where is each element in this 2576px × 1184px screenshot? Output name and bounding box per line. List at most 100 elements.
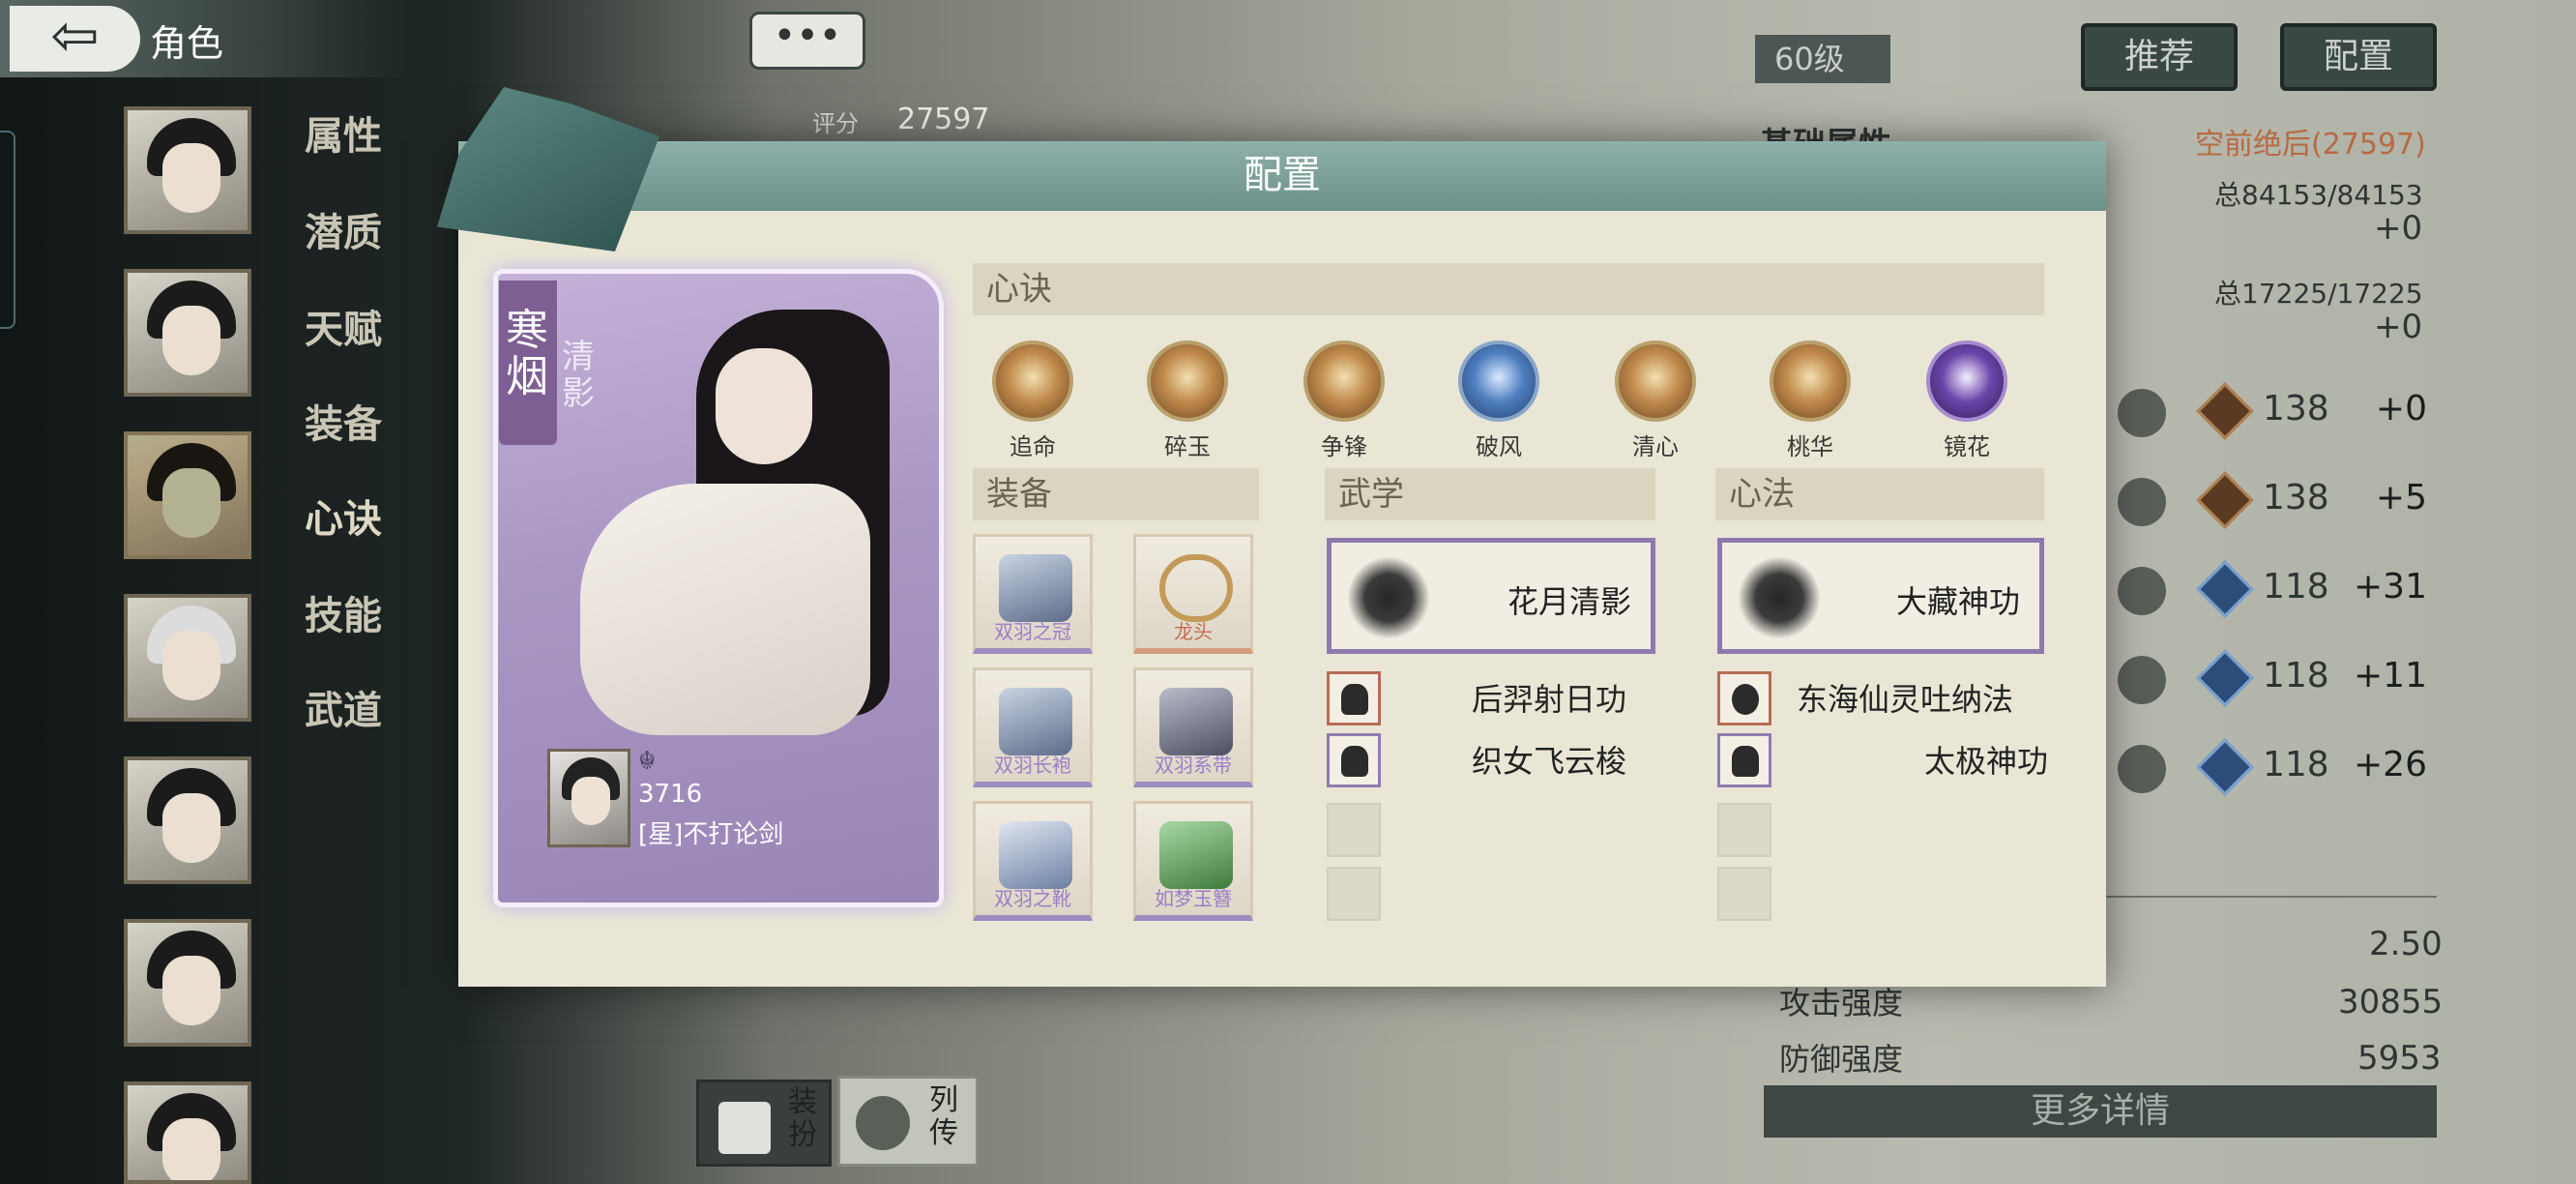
back-arrow-icon[interactable]: ⇦ bbox=[10, 6, 140, 72]
xinjue-slot[interactable]: 桃华 bbox=[1764, 340, 1857, 461]
stat-grade-gem bbox=[2196, 471, 2254, 529]
stat-luck-icon bbox=[2118, 656, 2166, 704]
xinfa-sub-slot[interactable] bbox=[1717, 671, 1771, 725]
empty-slot[interactable] bbox=[1327, 803, 1381, 857]
biography-tab[interactable]: 列传 bbox=[837, 1076, 979, 1167]
character-avatar[interactable] bbox=[124, 756, 251, 884]
equipment-slot-body[interactable]: 双羽长袍 bbox=[973, 667, 1093, 787]
mp-text: 总17225/17225 bbox=[2214, 278, 2423, 310]
xinfa-sub-label: 太极神功 bbox=[1924, 743, 2049, 780]
xinjue-label: 桃华 bbox=[1787, 433, 1833, 460]
defense-value: 5953 bbox=[2357, 1039, 2442, 1078]
empty-slot[interactable] bbox=[1327, 867, 1381, 921]
equipment-slot-boots[interactable]: 双羽之靴 bbox=[973, 801, 1093, 921]
wuxue-sub-slot[interactable] bbox=[1327, 733, 1381, 787]
shuttle-icon bbox=[1341, 746, 1368, 777]
equipment-label: 双羽之靴 bbox=[994, 887, 1071, 910]
stat-bonus: +11 bbox=[2354, 656, 2427, 696]
equipment-slot-head[interactable]: 双羽之冠 bbox=[973, 534, 1093, 654]
menu-talent[interactable]: 天赋 bbox=[305, 298, 382, 354]
equipment-label: 双羽长袍 bbox=[994, 754, 1071, 777]
stat-sword-icon bbox=[2118, 389, 2166, 437]
recommend-button[interactable]: 推荐 bbox=[2081, 23, 2238, 91]
mp-plus: +0 bbox=[2374, 308, 2423, 346]
chat-bubble-icon[interactable]: ••• bbox=[749, 12, 865, 70]
wuxue-sub-slot[interactable] bbox=[1327, 671, 1381, 725]
character-avatar[interactable] bbox=[124, 1081, 251, 1184]
crown-icon bbox=[999, 554, 1072, 622]
breathing-icon bbox=[1732, 684, 1759, 715]
character-avatar[interactable] bbox=[124, 594, 251, 722]
stat-value: 138 bbox=[2263, 478, 2329, 518]
xinjue-label: 碎玉 bbox=[1164, 433, 1211, 460]
wuxue-main-label: 花月清影 bbox=[1507, 583, 1631, 620]
menu-wudao[interactable]: 武道 bbox=[305, 679, 382, 735]
wuxue-main-slot[interactable]: 花月清影 bbox=[1327, 538, 1655, 654]
equipment-slot-hairpin[interactable]: 如梦玉簪 bbox=[1133, 801, 1253, 921]
xinfa-sub-slot[interactable] bbox=[1717, 733, 1771, 787]
character-avatar[interactable] bbox=[124, 106, 251, 234]
game-screen: ⇦ 角色 属性 潜质 天赋 装备 心诀 技能 武道 ••• 评分 27597 6… bbox=[0, 0, 2576, 1184]
wuxue-sub-label: 织女飞云梭 bbox=[1472, 743, 1627, 780]
stat-row: 138 +0 bbox=[2118, 381, 2427, 440]
xinjue-slot[interactable]: 追命 bbox=[986, 340, 1079, 461]
character-name: 寒烟 bbox=[506, 306, 548, 401]
xinfa-main-label: 大藏神功 bbox=[1895, 583, 2020, 620]
stat-value: 138 bbox=[2263, 389, 2329, 429]
belt-icon bbox=[1159, 688, 1233, 755]
xinjue-slot[interactable]: 镜花 bbox=[1920, 340, 2013, 461]
xinfa-main-slot[interactable]: 大藏神功 bbox=[1717, 538, 2044, 654]
menu-potential[interactable]: 潜质 bbox=[305, 201, 382, 257]
xinjue-slot[interactable]: 碎玉 bbox=[1141, 340, 1234, 461]
stat-bonus: +0 bbox=[2375, 389, 2427, 429]
character-face-art bbox=[716, 348, 812, 464]
menu-equipment[interactable]: 装备 bbox=[305, 393, 382, 449]
character-avatar-selected[interactable] bbox=[124, 431, 251, 559]
character-avatar[interactable] bbox=[124, 269, 251, 397]
level-badge: 60级 bbox=[1755, 35, 1890, 83]
hairpin-icon bbox=[1159, 821, 1233, 889]
dialog-title: 配置 bbox=[1244, 153, 1321, 197]
stat-row: 138 +5 bbox=[2118, 470, 2427, 529]
xinjue-icon bbox=[992, 340, 1073, 422]
xinjue-slot[interactable]: 清心 bbox=[1609, 340, 1702, 461]
empty-slot[interactable] bbox=[1717, 867, 1771, 921]
xinjue-label: 追命 bbox=[1010, 433, 1056, 460]
character-title: 清影 bbox=[562, 338, 595, 413]
more-details-button[interactable]: 更多详情 bbox=[1764, 1085, 2437, 1138]
hp-plus: +0 bbox=[2374, 209, 2423, 248]
meditation-icon bbox=[1738, 556, 1821, 639]
xinjue-label: 争锋 bbox=[1321, 433, 1367, 460]
empty-slot[interactable] bbox=[1717, 803, 1771, 857]
archer-icon bbox=[1341, 684, 1368, 715]
equipment-slot-belt[interactable]: 双羽系带 bbox=[1133, 667, 1253, 787]
menu-attributes[interactable]: 属性 bbox=[305, 104, 382, 161]
stat-grade-gem bbox=[2196, 738, 2254, 796]
player-score: 3716 bbox=[638, 780, 703, 809]
xinjue-slot[interactable]: 争锋 bbox=[1298, 340, 1390, 461]
menu-xinjue[interactable]: 心诀 bbox=[305, 488, 382, 544]
player-name: [星]不打论剑 bbox=[638, 820, 784, 849]
equipment-label: 双羽之冠 bbox=[994, 620, 1071, 643]
xinfa-sub-label: 东海仙灵吐纳法 bbox=[1797, 681, 2014, 718]
rank-text: 空前绝后(27597) bbox=[2195, 128, 2426, 162]
config-button[interactable]: 配置 bbox=[2280, 23, 2437, 91]
martial-figure-icon bbox=[1347, 556, 1430, 639]
stat-bonus: +31 bbox=[2354, 567, 2427, 607]
stat-value: 118 bbox=[2263, 567, 2329, 607]
equipment-label: 龙头 bbox=[1174, 620, 1213, 643]
wuxue-sub-label: 后羿射日功 bbox=[1472, 681, 1627, 718]
stat-bonus: +26 bbox=[2354, 745, 2427, 784]
equipment-slot-accessory[interactable]: 龙头 bbox=[1133, 534, 1253, 654]
biography-icon bbox=[856, 1096, 910, 1150]
xinjue-label: 清心 bbox=[1632, 433, 1679, 460]
page-title: 角色 bbox=[150, 22, 224, 65]
equipment-label: 如梦玉簪 bbox=[1155, 887, 1232, 910]
stat-value: 118 bbox=[2263, 745, 2329, 784]
side-tab-handle[interactable] bbox=[0, 131, 15, 329]
outfit-tab[interactable]: 装扮 bbox=[696, 1080, 832, 1167]
character-avatar[interactable] bbox=[124, 919, 251, 1047]
xinjue-slot[interactable]: 破风 bbox=[1452, 340, 1545, 461]
menu-skills[interactable]: 技能 bbox=[305, 584, 382, 640]
stat-value: 118 bbox=[2263, 656, 2329, 696]
